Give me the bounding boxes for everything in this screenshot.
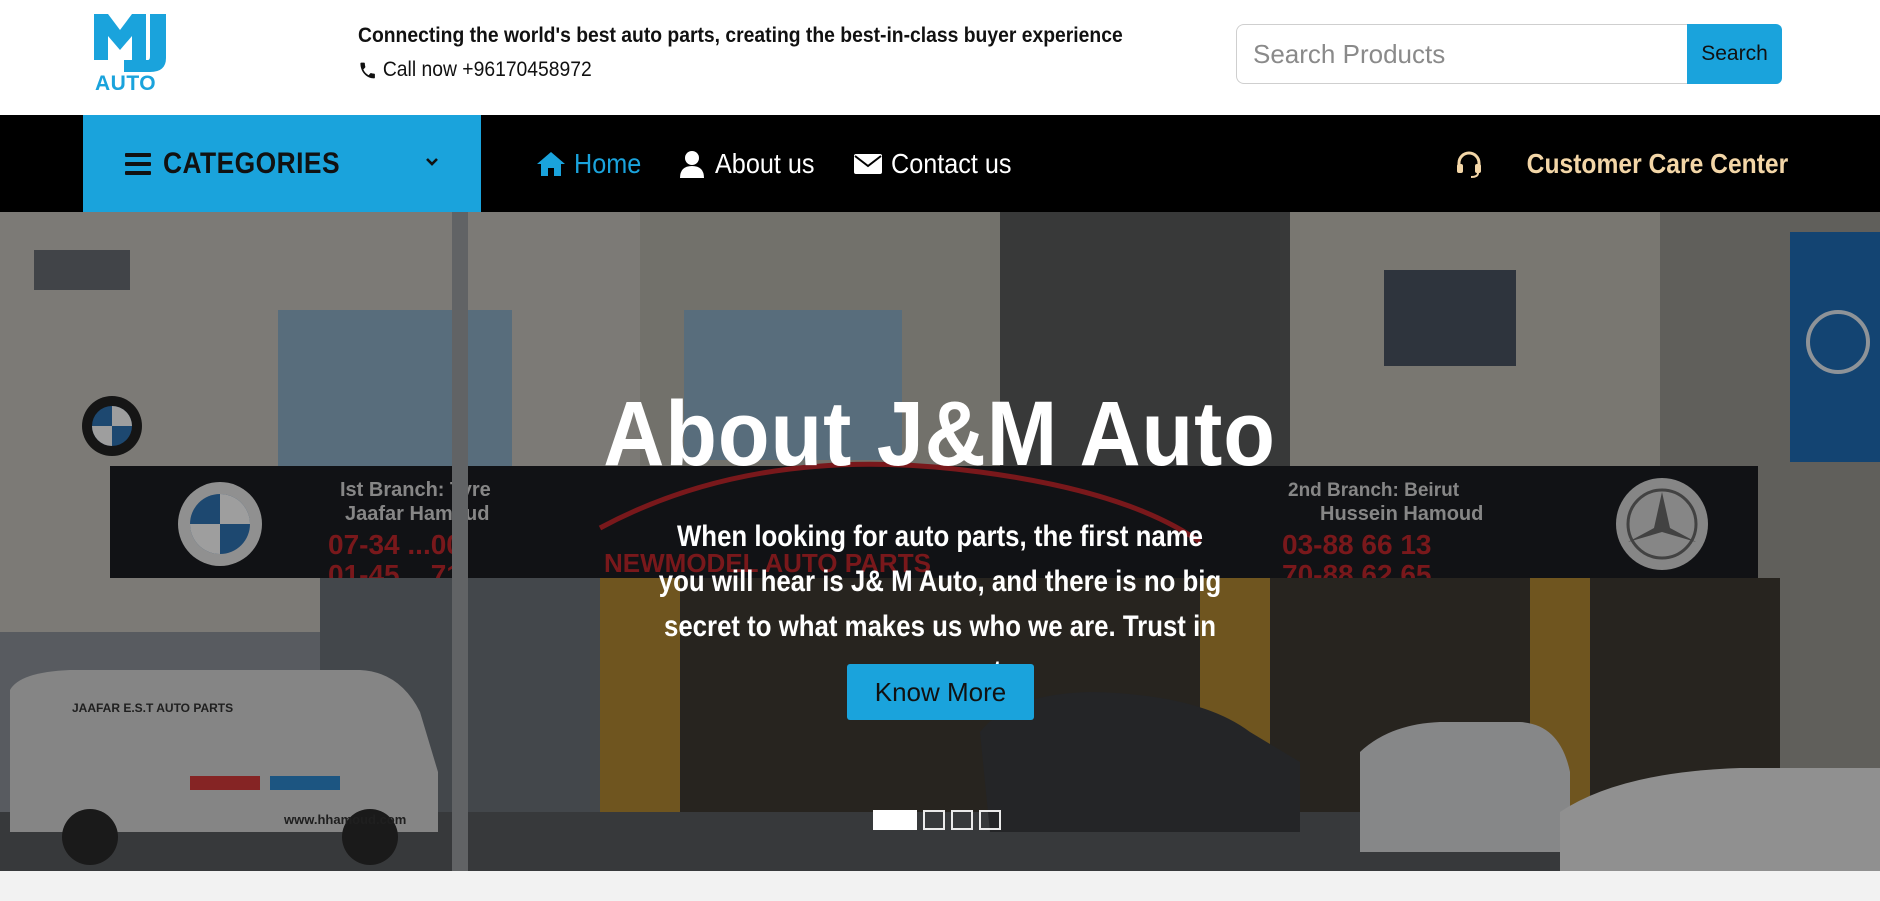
- carousel-indicator-2[interactable]: [923, 810, 945, 830]
- nav-link-contact[interactable]: Contact us: [853, 148, 1025, 180]
- call-now-text: Call now +96170458972: [382, 58, 592, 81]
- carousel-indicators: [873, 810, 1001, 830]
- search-bar: Search: [1236, 24, 1782, 84]
- phone-icon: [360, 62, 375, 78]
- nav-link-label: About us: [714, 147, 815, 179]
- search-input[interactable]: [1236, 24, 1687, 84]
- nav-link-label: Home: [574, 147, 642, 179]
- nav-links: Home About us Contact us: [536, 115, 1025, 212]
- logo-word: AUTO: [95, 72, 157, 95]
- call-now[interactable]: Call now +96170458972: [358, 58, 592, 82]
- envelope-icon: [854, 153, 883, 174]
- categories-dropdown[interactable]: CATEGORIES: [83, 115, 481, 212]
- nav-link-home[interactable]: Home: [536, 148, 649, 180]
- header-tagline: Connecting the world's best auto parts, …: [358, 24, 1123, 47]
- hero-title: About J&M Auto: [603, 383, 1277, 485]
- home-icon: [537, 151, 565, 176]
- logo-mark-icon: [94, 14, 166, 72]
- brand-logo[interactable]: AUTO: [94, 14, 166, 95]
- categories-label: CATEGORIES: [163, 146, 341, 180]
- carousel-indicator-1[interactable]: [873, 810, 917, 830]
- hero-carousel: Ist Branch: Tyre Jaafar Hamoud 07-34 ...…: [0, 212, 1880, 871]
- know-more-button[interactable]: Know More: [847, 664, 1034, 720]
- main-navbar: CATEGORIES Home About us Contact us Cust…: [0, 115, 1880, 212]
- nav-link-about[interactable]: About us: [677, 148, 826, 180]
- chevron-down-icon: [426, 158, 438, 166]
- hamburger-icon: [125, 152, 151, 175]
- carousel-indicator-4[interactable]: [979, 810, 1001, 830]
- customer-care-label: Customer Care Center: [1526, 147, 1788, 179]
- page-bottom-strip: [0, 871, 1880, 901]
- nav-link-label: Contact us: [891, 147, 1012, 179]
- top-header: AUTO Connecting the world's best auto pa…: [0, 0, 1880, 115]
- headset-icon: [1456, 151, 1481, 178]
- search-button[interactable]: Search: [1687, 24, 1782, 84]
- customer-care-link[interactable]: Customer Care Center: [1455, 115, 1788, 212]
- carousel-indicator-3[interactable]: [951, 810, 973, 830]
- user-icon: [679, 150, 704, 178]
